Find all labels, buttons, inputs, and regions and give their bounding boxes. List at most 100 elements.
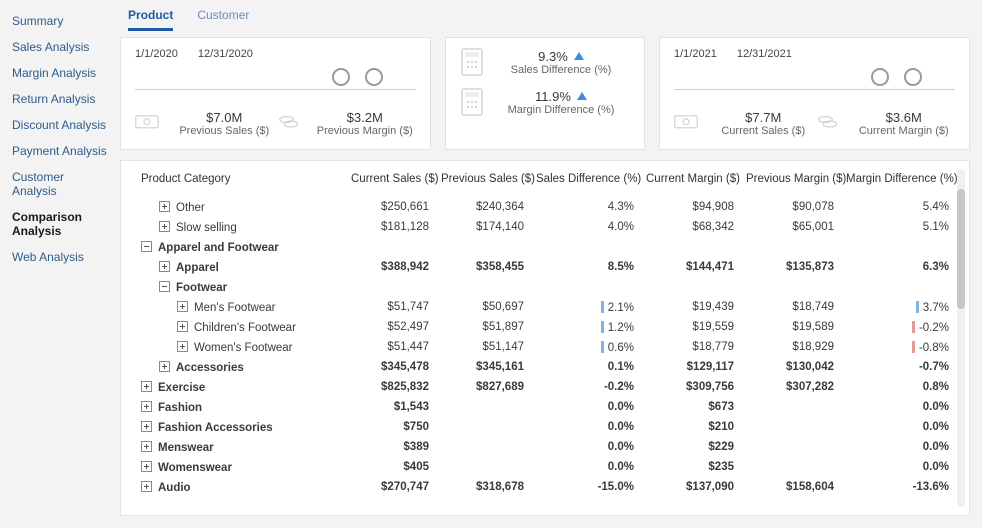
cash-icon — [135, 110, 165, 132]
sidebar-item-margin-analysis[interactable]: Margin Analysis — [0, 60, 120, 86]
comparison-table-panel: Product Category Current Sales ($) Previ… — [120, 160, 970, 516]
diff-bar-icon — [916, 301, 919, 313]
sidebar-item-sales-analysis[interactable]: Sales Analysis — [0, 34, 120, 60]
prev-end-date: 12/31/2020 — [198, 48, 253, 60]
col-category[interactable]: Product Category — [135, 169, 345, 197]
sidebar-item-customer-analysis[interactable]: Customer Analysis — [0, 164, 120, 204]
cash-icon — [674, 110, 704, 132]
table-row[interactable]: Children's Footwear$52,497$51,8971.2%$19… — [135, 317, 955, 337]
prev-period-slider[interactable] — [135, 64, 416, 90]
sidebar-item-web-analysis[interactable]: Web Analysis — [0, 244, 120, 270]
prev-sales-value: $7.0M — [173, 110, 276, 125]
curr-start-date: 1/1/2021 — [674, 48, 717, 60]
row-label: Exercise — [158, 382, 205, 394]
curr-margin-value: $3.6M — [853, 110, 956, 125]
row-label: Footwear — [176, 282, 227, 294]
sidebar-item-payment-analysis[interactable]: Payment Analysis — [0, 138, 120, 164]
expand-icon[interactable] — [141, 481, 152, 492]
row-label: Men's Footwear — [194, 302, 275, 314]
row-label: Audio — [158, 482, 191, 494]
row-label: Womenswear — [158, 462, 232, 474]
table-row[interactable]: Footwear — [135, 277, 955, 297]
expand-icon[interactable] — [177, 341, 188, 352]
col-prev-margin[interactable]: Previous Margin ($) — [740, 169, 840, 197]
collapse-icon[interactable] — [141, 241, 152, 252]
table-row[interactable]: Apparel$388,942$358,4558.5%$144,471$135,… — [135, 257, 955, 277]
col-prev-sales[interactable]: Previous Sales ($) — [435, 169, 530, 197]
row-label: Fashion — [158, 402, 202, 414]
main-content: ProductCustomer 1/1/2020 12/31/2020 — [120, 0, 982, 528]
sidebar-item-comparison-analysis[interactable]: Comparison Analysis — [0, 204, 120, 244]
margin-diff-label: Margin Difference (%) — [492, 104, 630, 116]
tab-product[interactable]: Product — [128, 6, 173, 31]
diff-bar-icon — [601, 341, 604, 353]
curr-end-date: 12/31/2021 — [737, 48, 792, 60]
prev-sales-label: Previous Sales ($) — [173, 125, 276, 137]
row-label: Children's Footwear — [194, 322, 296, 334]
diff-bar-icon — [912, 321, 915, 333]
expand-icon[interactable] — [141, 441, 152, 452]
table-row[interactable]: Apparel and Footwear — [135, 237, 955, 257]
expand-icon[interactable] — [159, 361, 170, 372]
slider-knob[interactable] — [365, 68, 383, 86]
slider-knob[interactable] — [871, 68, 889, 86]
col-margin-diff[interactable]: Margin Difference (%) — [840, 169, 955, 197]
comparison-table: Product Category Current Sales ($) Previ… — [135, 169, 955, 497]
slider-knob[interactable] — [332, 68, 350, 86]
table-scrollbar[interactable] — [957, 169, 965, 507]
col-curr-margin[interactable]: Current Margin ($) — [640, 169, 740, 197]
expand-icon[interactable] — [141, 381, 152, 392]
triangle-up-icon — [574, 52, 584, 60]
col-curr-sales[interactable]: Current Sales ($) — [345, 169, 435, 197]
expand-icon[interactable] — [177, 301, 188, 312]
curr-sales-value: $7.7M — [712, 110, 815, 125]
coins-icon — [276, 110, 306, 132]
table-row[interactable]: Audio$270,747$318,678-15.0%$137,090$158,… — [135, 477, 955, 497]
view-tabs: Product Customer — [120, 6, 970, 37]
expand-icon[interactable] — [141, 421, 152, 432]
expand-icon[interactable] — [141, 461, 152, 472]
col-sales-diff[interactable]: Sales Difference (%) — [530, 169, 640, 197]
slider-knob[interactable] — [904, 68, 922, 86]
table-row[interactable]: Women's Footwear$51,447$51,1470.6%$18,77… — [135, 337, 955, 357]
table-row[interactable]: Other$250,661$240,3644.3%$94,908$90,0785… — [135, 197, 955, 217]
table-row[interactable]: Fashion$1,5430.0%$6730.0% — [135, 397, 955, 417]
sidebar-item-discount-analysis[interactable]: Discount Analysis — [0, 112, 120, 138]
row-label: Accessories — [176, 362, 244, 374]
expand-icon[interactable] — [177, 321, 188, 332]
table-row[interactable]: Accessories$345,478$345,1610.1%$129,117$… — [135, 357, 955, 377]
table-row[interactable]: Men's Footwear$51,747$50,6972.1%$19,439$… — [135, 297, 955, 317]
diff-bar-icon — [601, 301, 604, 313]
curr-period-slider[interactable] — [674, 64, 955, 90]
row-label: Other — [176, 202, 205, 214]
prev-margin-label: Previous Margin ($) — [314, 125, 417, 137]
table-row[interactable]: Slow selling$181,128$174,1404.0%$68,342$… — [135, 217, 955, 237]
difference-card: 9.3% Sales Difference (%) 11.9% Margin D… — [445, 37, 645, 150]
row-label: Apparel — [176, 262, 219, 274]
row-label: Apparel and Footwear — [158, 242, 279, 254]
row-label: Menswear — [158, 442, 214, 454]
collapse-icon[interactable] — [159, 281, 170, 292]
scrollbar-thumb[interactable] — [957, 189, 965, 309]
coins-icon — [815, 110, 845, 132]
sidebar-item-summary[interactable]: Summary — [0, 8, 120, 34]
triangle-up-icon — [577, 92, 587, 100]
curr-margin-label: Current Margin ($) — [853, 125, 956, 137]
expand-icon[interactable] — [141, 401, 152, 412]
calculator-icon — [460, 48, 484, 76]
diff-bar-icon — [601, 321, 604, 333]
previous-period-card: 1/1/2020 12/31/2020 $7.0M Pr — [120, 37, 431, 150]
expand-icon[interactable] — [159, 261, 170, 272]
expand-icon[interactable] — [159, 201, 170, 212]
sales-diff-label: Sales Difference (%) — [492, 64, 630, 76]
table-row[interactable]: Fashion Accessories$7500.0%$2100.0% — [135, 417, 955, 437]
table-row[interactable]: Womenswear$4050.0%$2350.0% — [135, 457, 955, 477]
row-label: Slow selling — [176, 222, 237, 234]
table-row[interactable]: Menswear$3890.0%$2290.0% — [135, 437, 955, 457]
calculator-icon — [460, 88, 484, 116]
sidebar-item-return-analysis[interactable]: Return Analysis — [0, 86, 120, 112]
row-label: Fashion Accessories — [158, 422, 273, 434]
expand-icon[interactable] — [159, 221, 170, 232]
tab-customer[interactable]: Customer — [197, 6, 249, 31]
table-row[interactable]: Exercise$825,832$827,689-0.2%$309,756$30… — [135, 377, 955, 397]
